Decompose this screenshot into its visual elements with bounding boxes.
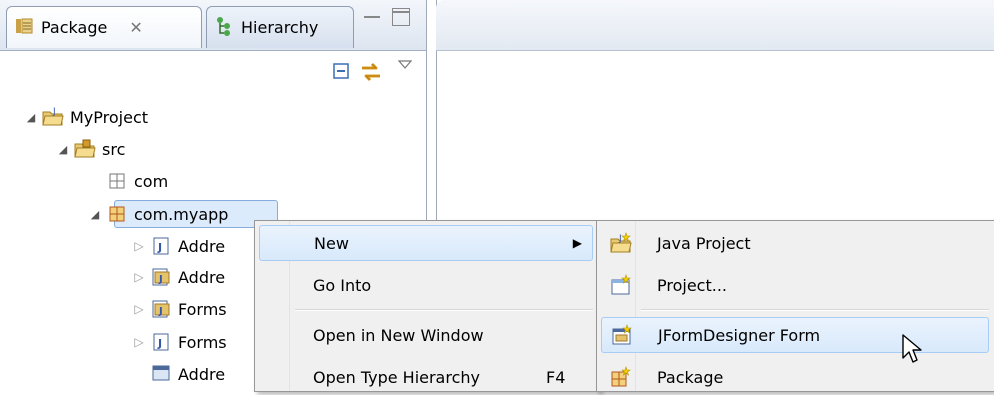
tree-item-file-4[interactable]: ▷ J Forms bbox=[132, 327, 227, 357]
svg-text:J: J bbox=[157, 337, 162, 350]
tree-item-com-myapp[interactable]: ◢ com.myapp bbox=[88, 199, 229, 229]
expanded-arrow-icon[interactable]: ◢ bbox=[56, 143, 70, 156]
tree-item-myproject[interactable]: ◢ J MyProject bbox=[24, 102, 148, 132]
jformdesigner-form-icon bbox=[610, 323, 634, 347]
view-menu-icon[interactable] bbox=[397, 55, 413, 74]
tab-hierarchy[interactable]: Hierarchy bbox=[206, 6, 354, 48]
submenu-item-project[interactable]: Project... bbox=[601, 267, 989, 303]
tree-item-label: src bbox=[102, 139, 126, 159]
form-file-icon: J bbox=[150, 267, 172, 287]
java-file-icon: J bbox=[150, 236, 172, 256]
collapsed-arrow-icon[interactable]: ▷ bbox=[132, 302, 146, 316]
context-menu: New ▶ Go Into Open in New Window Open Ty… bbox=[254, 220, 600, 392]
menu-separator bbox=[641, 309, 989, 311]
expanded-arrow-icon[interactable]: ◢ bbox=[24, 111, 38, 124]
tree-item-label: Forms bbox=[178, 299, 227, 319]
tree-item-file-3[interactable]: ▷ J Forms bbox=[132, 294, 227, 324]
java-file-icon: J bbox=[150, 332, 172, 352]
tree-item-file-1[interactable]: ▷ J Addre bbox=[132, 231, 225, 261]
new-project-icon bbox=[609, 273, 633, 297]
tab-package[interactable]: Package ✕ bbox=[6, 6, 202, 48]
source-folder-icon bbox=[74, 139, 96, 159]
tree-item-label: Addre bbox=[178, 364, 226, 384]
submenu-item-package[interactable]: Package bbox=[601, 359, 989, 395]
new-submenu: J Java Project Project... JFormDesigner … bbox=[596, 220, 994, 392]
tree-item-label: com bbox=[134, 171, 169, 191]
collapsed-arrow-icon[interactable]: ▷ bbox=[132, 239, 146, 253]
package-icon bbox=[106, 204, 128, 224]
tab-package-label: Package bbox=[41, 18, 108, 37]
menu-item-label: JFormDesigner Form bbox=[658, 325, 821, 345]
svg-text:J: J bbox=[158, 306, 163, 317]
tree-item-label: Addre bbox=[178, 236, 226, 256]
new-package-icon bbox=[609, 365, 633, 389]
form-file-icon bbox=[150, 364, 172, 384]
tree-item-label: Forms bbox=[178, 332, 227, 352]
collapse-all-icon[interactable] bbox=[332, 61, 352, 85]
tree-item-label: com.myapp bbox=[134, 204, 229, 224]
minimize-icon[interactable] bbox=[364, 8, 380, 18]
hierarchy-icon bbox=[215, 16, 233, 40]
submenu-item-jformdesigner-form[interactable]: JFormDesigner Form bbox=[601, 317, 989, 353]
collapsed-arrow-icon[interactable]: ▷ bbox=[132, 270, 146, 284]
empty-package-icon bbox=[106, 171, 128, 191]
submenu-item-java-project[interactable]: J Java Project bbox=[601, 225, 989, 261]
collapsed-arrow-icon[interactable]: ▷ bbox=[132, 335, 146, 349]
tree-item-file-5[interactable]: Addre bbox=[146, 359, 225, 389]
form-file-icon: J bbox=[150, 299, 172, 319]
close-icon[interactable]: ✕ bbox=[129, 18, 142, 37]
menu-item-new[interactable]: New ▶ bbox=[259, 225, 593, 261]
tree-item-com[interactable]: com bbox=[102, 166, 168, 196]
menu-shortcut: F4 bbox=[546, 367, 566, 387]
package-explorer-icon bbox=[15, 17, 33, 39]
tree-item-src[interactable]: ◢ src bbox=[56, 134, 125, 164]
java-project-icon: J bbox=[42, 107, 64, 127]
menu-item-label: Package bbox=[657, 367, 724, 387]
menu-item-label: Project... bbox=[657, 275, 727, 295]
mouse-cursor-icon bbox=[902, 334, 922, 368]
editor-tab-bar bbox=[436, 0, 994, 51]
maximize-icon[interactable] bbox=[392, 8, 410, 26]
menu-item-label: Open in New Window bbox=[313, 325, 484, 345]
svg-text:J: J bbox=[52, 107, 56, 117]
svg-text:J: J bbox=[158, 274, 163, 285]
svg-text:J: J bbox=[618, 234, 622, 244]
tree-item-label: MyProject bbox=[70, 107, 149, 127]
new-java-project-icon: J bbox=[609, 231, 633, 255]
svg-text:J: J bbox=[157, 241, 162, 254]
menu-item-label: Open Type Hierarchy bbox=[313, 367, 480, 387]
view-toolbar bbox=[0, 51, 426, 97]
tree-item-file-2[interactable]: ▷ J Addre bbox=[132, 262, 225, 292]
menu-item-label: Go Into bbox=[313, 275, 372, 295]
menu-item-open-type-hierarchy[interactable]: Open Type Hierarchy F4 bbox=[259, 359, 593, 395]
menu-item-label: Java Project bbox=[657, 233, 751, 253]
menu-item-label: New bbox=[314, 233, 349, 253]
menu-item-open-new-window[interactable]: Open in New Window bbox=[259, 317, 593, 353]
menu-item-go-into[interactable]: Go Into bbox=[259, 267, 593, 303]
tree-item-label: Addre bbox=[178, 267, 226, 287]
link-with-editor-icon[interactable] bbox=[358, 59, 384, 89]
expanded-arrow-icon[interactable]: ◢ bbox=[88, 208, 102, 221]
submenu-arrow-icon: ▶ bbox=[572, 236, 582, 250]
menu-separator bbox=[295, 309, 593, 311]
view-tab-bar: Package ✕ Hierarchy bbox=[0, 0, 426, 51]
tab-hierarchy-label: Hierarchy bbox=[241, 18, 319, 37]
